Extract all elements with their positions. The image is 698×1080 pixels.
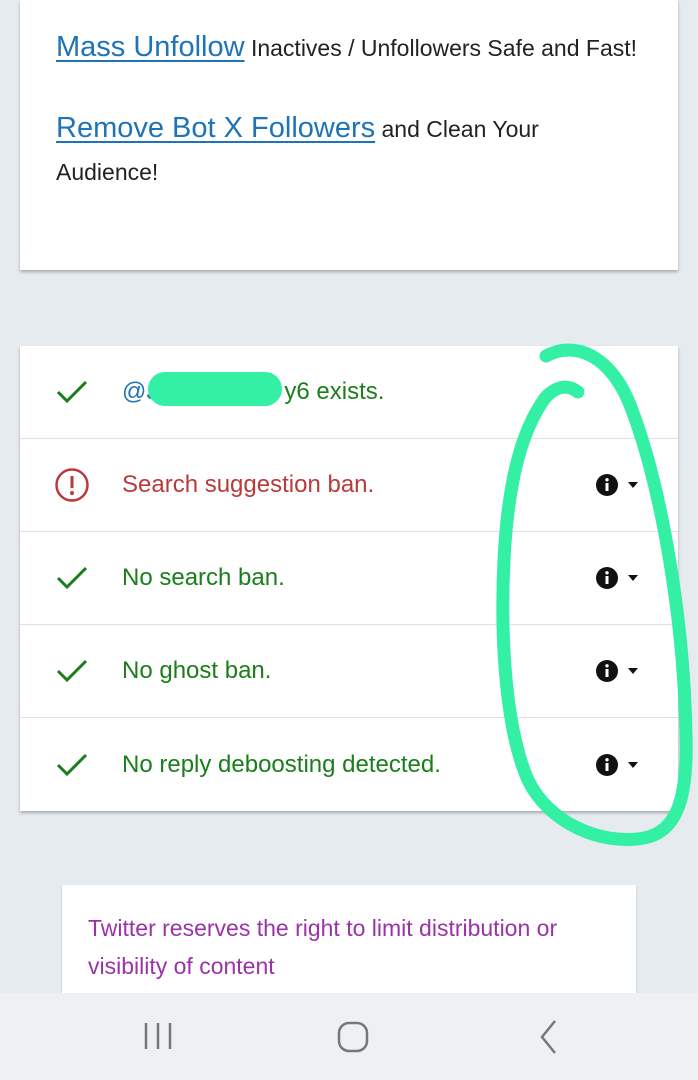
result-row-search-suggestion-ban: Search suggestion ban. — [20, 439, 678, 532]
home-icon[interactable] — [331, 1015, 375, 1059]
back-icon[interactable] — [528, 1015, 572, 1059]
promo-line-remove-bots: Remove Bot X Followers and Clean Your Au… — [56, 107, 642, 194]
no-ghost-ban-text: No ghost ban. — [122, 657, 272, 684]
check-icon — [54, 374, 90, 410]
shadowban-results-card: @J y6 exists. Search suggestion ban. No s… — [20, 346, 678, 811]
no-search-ban-text: No search ban. — [122, 564, 285, 591]
recent-apps-icon[interactable] — [136, 1015, 180, 1059]
caret-down-icon — [628, 575, 638, 581]
error-circle-icon — [54, 467, 90, 503]
handle-redaction-mark — [148, 372, 282, 406]
info-toggle[interactable] — [596, 474, 638, 496]
handle-suffix: y6 — [284, 378, 310, 405]
caret-down-icon — [628, 482, 638, 488]
promo-card: Mass Unfollow Inactives / Unfollowers Sa… — [20, 0, 678, 270]
info-icon — [596, 567, 618, 589]
page: Mass Unfollow Inactives / Unfollowers Sa… — [0, 0, 698, 1080]
result-row-exists: @J y6 exists. — [20, 346, 678, 439]
caret-down-icon — [628, 761, 638, 768]
caret-down-icon — [628, 668, 638, 674]
exists-label: exists. — [309, 378, 385, 405]
check-icon — [54, 653, 90, 689]
info-toggle[interactable] — [596, 753, 638, 776]
notice-text: Twitter reserves the right to limit dist… — [88, 915, 558, 979]
info-toggle[interactable] — [596, 567, 638, 589]
result-row-ghost-ban: No ghost ban. — [20, 625, 678, 718]
check-icon — [54, 560, 90, 596]
result-row-search-ban: No search ban. — [20, 532, 678, 625]
info-icon — [596, 660, 618, 682]
search-suggestion-ban-text: Search suggestion ban. — [122, 471, 375, 498]
info-toggle[interactable] — [596, 660, 638, 682]
notice-card: Twitter reserves the right to limit dist… — [62, 885, 636, 993]
info-icon — [596, 474, 618, 496]
result-row-reply-deboosting: No reply deboosting detected. — [20, 718, 678, 811]
mass-unfollow-link[interactable]: Mass Unfollow — [56, 31, 245, 63]
remove-bot-followers-link[interactable]: Remove Bot X Followers — [56, 112, 375, 144]
check-icon — [54, 747, 90, 783]
system-navigation-bar — [0, 993, 698, 1080]
promo-line-mass-unfollow: Mass Unfollow Inactives / Unfollowers Sa… — [56, 26, 642, 70]
promo-line-1-text: Inactives / Unfollowers Safe and Fast! — [244, 35, 638, 61]
no-reply-deboosting-text: No reply deboosting detected. — [122, 750, 441, 778]
info-icon — [596, 753, 618, 776]
